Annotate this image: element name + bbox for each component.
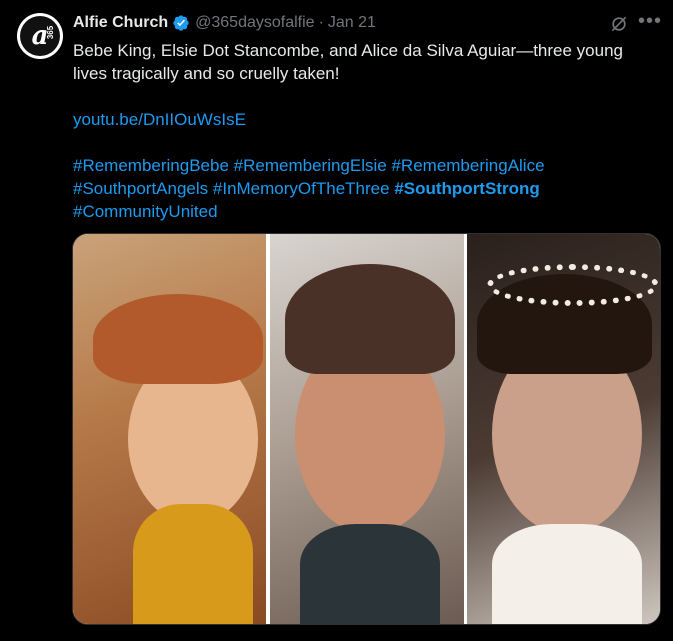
photo-panel-3 [467,234,660,624]
tweet-header: Alfie Church @365daysofalfie · Jan 21 [73,14,376,32]
hashtag-remembering-alice[interactable]: #RememberingAlice [391,156,544,175]
tweet-date[interactable]: Jan 21 [328,14,376,32]
author-name[interactable]: Alfie Church [73,14,168,32]
tweet-text: Bebe King, Elsie Dot Stancombe, and Alic… [73,39,653,223]
hashtag-remembering-elsie[interactable]: #RememberingElsie [234,156,387,175]
avatar[interactable]: a 365 [17,13,63,59]
photo-panel-2 [270,234,464,624]
grok-icon[interactable] [609,14,629,34]
hashtag-southport-angels[interactable]: #SouthportAngels [73,179,208,198]
hashtag-community-united[interactable]: #CommunityUnited [73,202,218,221]
photo-panel-1 [73,234,266,624]
author-handle[interactable]: @365daysofalfie [195,14,314,32]
avatar-logo: a 365 [20,16,60,56]
tweet-link[interactable]: youtu.be/DnIIOuWsIsE [73,110,246,129]
hashtag-in-memory[interactable]: #InMemoryOfTheThree [213,179,390,198]
separator-dot: · [318,14,324,31]
hashtag-remembering-bebe[interactable]: #RememberingBebe [73,156,229,175]
tweet-image[interactable] [72,233,661,625]
avatar-number: 365 [45,25,55,40]
hashtag-southport-strong[interactable]: #SouthportStrong [394,179,539,198]
tweet-body: Bebe King, Elsie Dot Stancombe, and Alic… [73,41,624,83]
more-icon[interactable]: ••• [638,10,662,33]
verified-badge-icon [173,15,189,31]
